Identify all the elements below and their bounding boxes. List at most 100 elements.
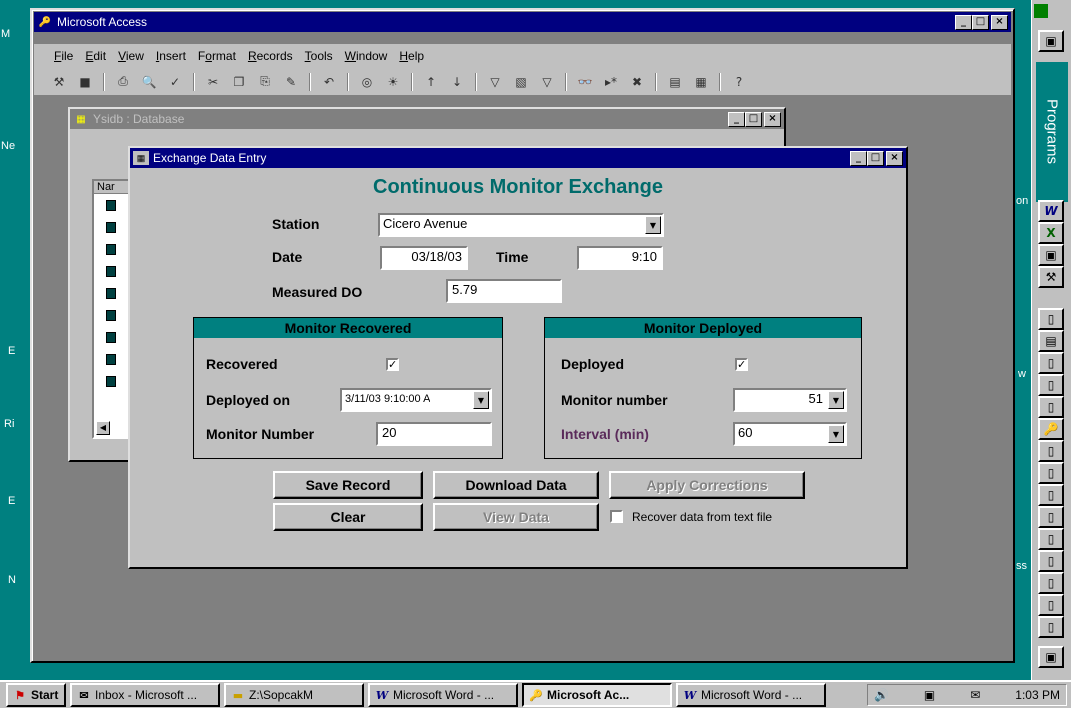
maximize-button[interactable]: □ xyxy=(745,111,762,127)
link-icon[interactable]: ⚒ xyxy=(1038,266,1064,288)
new-object-icon[interactable]: ▦ xyxy=(690,72,712,92)
mail-icon[interactable]: ✉ xyxy=(970,688,980,702)
excel-icon[interactable]: X xyxy=(1038,222,1064,244)
menu-tools[interactable]: Tools xyxy=(305,49,333,63)
hyperlink-icon[interactable]: ◎ xyxy=(356,72,378,92)
document-icon[interactable]: ▯ xyxy=(1038,308,1064,330)
document-icon[interactable]: ▯ xyxy=(1038,550,1064,572)
menu-window[interactable]: Window xyxy=(345,49,388,63)
close-button[interactable]: × xyxy=(991,14,1008,30)
access-key-icon[interactable]: 🔑 xyxy=(1038,418,1064,440)
list-item[interactable] xyxy=(94,370,130,392)
list-item[interactable] xyxy=(94,260,130,282)
undo-icon[interactable]: ↶ xyxy=(318,72,340,92)
list-item[interactable] xyxy=(94,282,130,304)
station-select[interactable]: Cicero Avenue ▼ xyxy=(378,213,664,237)
list-item[interactable] xyxy=(94,304,130,326)
access-titlebar[interactable]: 🔑 Microsoft Access _ □ × xyxy=(34,12,1011,32)
database-titlebar[interactable]: ▦ Ysidb : Database _ □ × xyxy=(70,109,784,129)
view-icon[interactable]: ⚒ xyxy=(48,72,70,92)
print-preview-icon[interactable]: 🔍 xyxy=(138,72,160,92)
view-data-button[interactable]: View Data xyxy=(433,503,599,531)
document-icon[interactable]: ▯ xyxy=(1038,484,1064,506)
deployed-monitor-number-select[interactable]: 51 ▼ xyxy=(733,388,847,412)
list-item[interactable] xyxy=(94,326,130,348)
download-data-button[interactable]: Download Data xyxy=(433,471,599,499)
print-icon[interactable]: ⎙ xyxy=(112,72,134,92)
database-object-list[interactable]: Nar ◀ xyxy=(92,179,132,439)
chevron-down-icon[interactable]: ▼ xyxy=(645,216,661,234)
form-titlebar[interactable]: ▦ Exchange Data Entry _ □ × xyxy=(130,148,906,168)
save-record-button[interactable]: Save Record xyxy=(273,471,423,499)
format-painter-icon[interactable]: ✎ xyxy=(280,72,302,92)
interval-select[interactable]: 60 ▼ xyxy=(733,422,847,446)
sort-descending-icon[interactable]: ↓ xyxy=(446,72,468,92)
sort-ascending-icon[interactable]: ↑ xyxy=(420,72,442,92)
document-icon[interactable]: ▯ xyxy=(1038,572,1064,594)
new-record-icon[interactable]: ▸* xyxy=(600,72,622,92)
web-toolbar-icon[interactable]: ☀ xyxy=(382,72,404,92)
list-item[interactable] xyxy=(94,348,130,370)
minimize-button[interactable]: _ xyxy=(728,111,745,127)
copy-icon[interactable]: ❐ xyxy=(228,72,250,92)
maximize-button[interactable]: □ xyxy=(867,150,884,166)
word-icon[interactable]: W xyxy=(1038,200,1064,222)
spelling-icon[interactable]: ✓ xyxy=(164,72,186,92)
taskbar-item-word-1[interactable]: W Microsoft Word - ... xyxy=(368,683,518,707)
save-icon[interactable]: ■ xyxy=(74,72,96,92)
menu-insert[interactable]: Insert xyxy=(156,49,186,63)
minimize-button[interactable]: _ xyxy=(850,150,867,166)
network-icon[interactable]: ▣ xyxy=(924,688,935,702)
menu-edit[interactable]: Edit xyxy=(85,49,106,63)
date-field[interactable]: 03/18/03 xyxy=(380,246,468,270)
document-icon[interactable]: ▯ xyxy=(1038,594,1064,616)
shortcut-icon[interactable]: ▤ xyxy=(1038,330,1064,352)
filter-by-selection-icon[interactable]: ▽ xyxy=(484,72,506,92)
close-button[interactable]: × xyxy=(886,150,903,166)
list-item[interactable] xyxy=(94,216,130,238)
menu-view[interactable]: View xyxy=(118,49,144,63)
chevron-down-icon[interactable]: ▼ xyxy=(828,391,844,409)
list-item[interactable] xyxy=(94,194,130,216)
speaker-icon[interactable]: 🔊 xyxy=(874,688,889,702)
menu-records[interactable]: Records xyxy=(248,49,293,63)
powerpoint-icon[interactable]: ▣ xyxy=(1038,244,1064,266)
document-icon[interactable]: ▯ xyxy=(1038,462,1064,484)
cut-icon[interactable]: ✂ xyxy=(202,72,224,92)
filter-by-form-icon[interactable]: ▧ xyxy=(510,72,532,92)
measured-do-field[interactable]: 5.79 xyxy=(446,279,562,303)
programs-folder[interactable]: Programs xyxy=(1036,62,1068,202)
document-icon[interactable]: ▯ xyxy=(1038,440,1064,462)
close-button[interactable]: × xyxy=(764,111,781,127)
recover-text-file-checkbox[interactable] xyxy=(610,510,623,523)
deployed-on-select[interactable]: 3/11/03 9:10:00 A ▼ xyxy=(340,388,492,412)
scroll-left-arrow[interactable]: ◀ xyxy=(96,421,110,435)
apply-filter-icon[interactable]: ▽ xyxy=(536,72,558,92)
list-column-header[interactable]: Nar xyxy=(94,181,130,194)
list-item[interactable] xyxy=(94,238,130,260)
recovered-checkbox[interactable]: ✓ xyxy=(386,358,399,371)
delete-record-icon[interactable]: ✖ xyxy=(626,72,648,92)
time-field[interactable]: 9:10 xyxy=(577,246,663,270)
minimize-button[interactable]: _ xyxy=(955,14,972,30)
start-button[interactable]: ⚑ Start xyxy=(6,683,66,707)
chevron-down-icon[interactable]: ▼ xyxy=(473,391,489,409)
document-icon[interactable]: ▯ xyxy=(1038,374,1064,396)
document-icon[interactable]: ▯ xyxy=(1038,616,1064,638)
database-window-icon[interactable]: ▤ xyxy=(664,72,686,92)
chevron-down-icon[interactable]: ▼ xyxy=(828,425,844,443)
taskbar-item-access[interactable]: 🔑 Microsoft Ac... xyxy=(522,683,672,707)
paste-icon[interactable]: ⎘ xyxy=(254,72,276,92)
document-icon[interactable]: ▯ xyxy=(1038,506,1064,528)
menu-format[interactable]: Format xyxy=(198,49,236,63)
recovered-monitor-number-field[interactable]: 20 xyxy=(376,422,492,446)
help-icon[interactable]: ? xyxy=(728,72,750,92)
menu-help[interactable]: Help xyxy=(399,49,424,63)
document-icon[interactable]: ▯ xyxy=(1038,396,1064,418)
deployed-checkbox[interactable]: ✓ xyxy=(735,358,748,371)
clock[interactable]: 1:03 PM xyxy=(1015,688,1060,702)
taskbar-item-inbox[interactable]: ✉ Inbox - Microsoft ... xyxy=(70,683,220,707)
office-menu-icon[interactable]: ▣ xyxy=(1038,30,1064,52)
taskbar-item-word-2[interactable]: W Microsoft Word - ... xyxy=(676,683,826,707)
desktop-icon[interactable]: ▣ xyxy=(1038,646,1064,668)
